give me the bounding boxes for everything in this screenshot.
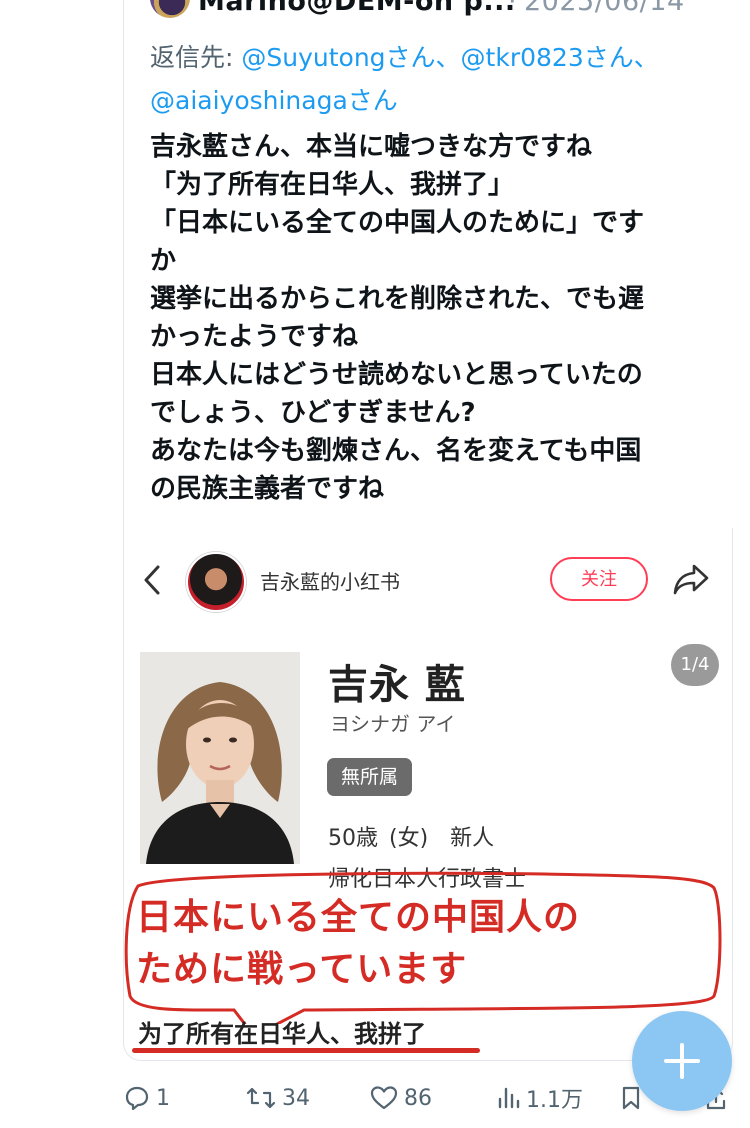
reply-button[interactable]: 1 [124, 1078, 170, 1118]
retweet-count: 34 [282, 1085, 310, 1111]
retweet-icon [246, 1087, 276, 1109]
callout-text-line: ために戦っています [136, 949, 468, 990]
bookmark-icon [622, 1086, 640, 1110]
tweet-text-line: あなたは今も劉煉さん、名を変えても中国 [150, 436, 642, 466]
views-button[interactable]: 1.1万 [496, 1078, 583, 1118]
author-avatar[interactable] [150, 0, 190, 18]
tweet-text-line: 吉永藍さん、本当に嘘つきな方ですね [150, 132, 593, 162]
thread-line [123, 0, 124, 528]
reply-to-line: 返信先: @Suyutongさん、@tkr0823さん、 @aiaiyoshina… [150, 36, 690, 122]
mention-link[interactable]: @tkr0823さん、 [461, 43, 659, 72]
party-badge: 無所属 [327, 758, 413, 796]
xhs-account-avatar[interactable] [186, 552, 246, 612]
tweet-text-line: でしょう、ひどすぎません? [150, 398, 476, 428]
candidate-age-status: 50歳 (女) 新人 [328, 826, 495, 851]
xhs-account-name[interactable]: 吉永藍的小红书 [260, 566, 400, 595]
plus-icon [664, 1043, 700, 1079]
tweet-text-line: かったようですね [150, 322, 359, 352]
tweet-text-line: の民族主義者ですね [150, 474, 385, 504]
page-indicator-badge: 1/4 [671, 644, 719, 686]
author-name[interactable]: Marino@DEM-on p... [198, 0, 516, 17]
like-count: 86 [404, 1085, 432, 1111]
candidate-portrait [140, 652, 300, 864]
back-arrow-icon[interactable] [142, 565, 162, 595]
slogan-underline [132, 1048, 480, 1053]
tweet-body: 吉永藍さん、本当に嘘つきな方ですね 「为了所有在日华人、我拼了」 「日本にいる全… [150, 128, 710, 508]
tweet-media-image[interactable]: 吉永藍的小红书 关注 1/4 吉永 藍 ヨシナガ アイ 無所属 50歳 (女) … [123, 528, 733, 1061]
retweet-button[interactable]: 34 [246, 1078, 310, 1118]
reply-prefix: 返信先: [150, 43, 242, 72]
share-icon[interactable] [672, 562, 710, 596]
reply-icon [125, 1086, 149, 1111]
like-button[interactable]: 86 [370, 1078, 432, 1118]
mention-link[interactable]: @Suyutongさん、 [241, 43, 460, 72]
reply-count: 1 [156, 1085, 170, 1111]
candidate-name: 吉永 藍 [328, 662, 466, 708]
callout-text-line: 日本にいる全ての中国人の [136, 897, 581, 938]
candidate-kana: ヨシナガ アイ [330, 712, 456, 736]
tweet-header: Marino@DEM-on p... · 2025/06/14 [0, 0, 750, 30]
views-chart-icon [498, 1087, 520, 1109]
compose-fab-button[interactable] [632, 1011, 732, 1111]
chinese-slogan: 为了所有在日华人、我拼了 [138, 1020, 426, 1048]
tweet-text-line: 「日本にいる全ての中国人のために」です [150, 208, 645, 238]
tweet-text-line: 「为了所有在日华人、我拼了」 [150, 170, 515, 200]
tweet-text-line: 日本人にはどうせ読めないと思っていたの [150, 360, 643, 390]
views-count: 1.1万 [526, 1088, 583, 1113]
tweet-date[interactable]: 2025/06/14 [524, 0, 685, 17]
follow-button[interactable]: 关注 [550, 557, 648, 601]
heart-icon [370, 1086, 398, 1110]
tweet-text-line: か [150, 246, 177, 276]
mention-link[interactable]: @aiaiyoshinagaさん [150, 86, 398, 115]
tweet-text-line: 選挙に出るからこれを削除された、でも遅 [150, 284, 645, 314]
header-separator: · [508, 0, 517, 17]
